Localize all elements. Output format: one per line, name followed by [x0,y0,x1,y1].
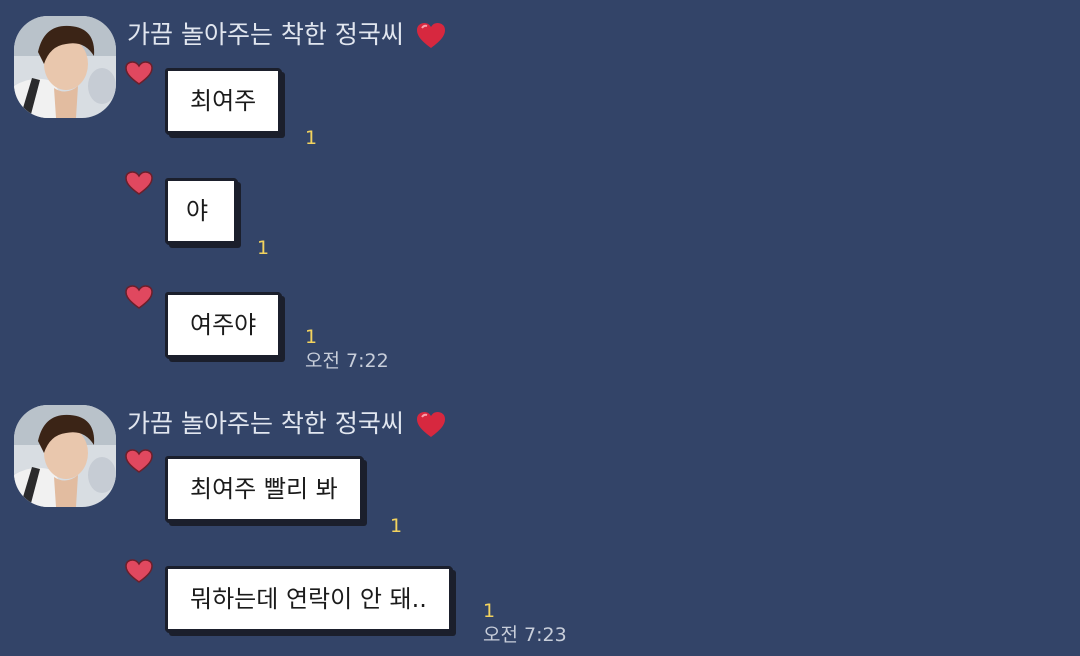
chat-room: 가끔 놀아주는 착한 정국씨 최여주 1 야 1 여주야 1 오전 7:22 가… [0,0,1080,656]
sender-avatar[interactable] [14,405,116,507]
message-bubble[interactable]: 여주야 [165,292,282,358]
bubble-heart-icon [125,449,153,473]
unread-count: 1 [305,127,318,149]
message-bubble[interactable]: 뭐하는데 연락이 안 돼.. [165,566,452,632]
sender-name-text: 가끔 놀아주는 착한 정국씨 [127,409,404,438]
red-heart-icon [416,22,446,50]
unread-count: 1 [305,326,318,348]
unread-count: 1 [390,515,403,537]
sender-avatar[interactable] [14,16,116,118]
message-text: 최여주 [190,87,257,115]
message-text: 야 [186,197,209,225]
bubble-heart-icon [125,171,153,195]
message-bubble[interactable]: 최여주 [165,68,282,134]
unread-count: 1 [257,237,270,259]
sender-name-text: 가끔 놀아주는 착한 정국씨 [127,20,404,49]
message-text: 뭐하는데 연락이 안 돼.. [190,585,427,613]
bubble-heart-icon [125,61,153,85]
unread-count: 1 [483,600,496,622]
sender-name: 가끔 놀아주는 착한 정국씨 [127,18,446,52]
message-text: 최여주 빨리 봐 [190,475,338,503]
message-bubble[interactable]: 최여주 빨리 봐 [165,456,363,522]
sender-name: 가끔 놀아주는 착한 정국씨 [127,407,446,441]
red-heart-icon [416,411,446,439]
message-bubble[interactable]: 야 [165,178,237,244]
message-time: 오전 7:22 [305,350,389,372]
message-text: 여주야 [190,311,257,339]
bubble-heart-icon [125,559,153,583]
bubble-heart-icon [125,285,153,309]
message-time: 오전 7:23 [483,624,567,646]
